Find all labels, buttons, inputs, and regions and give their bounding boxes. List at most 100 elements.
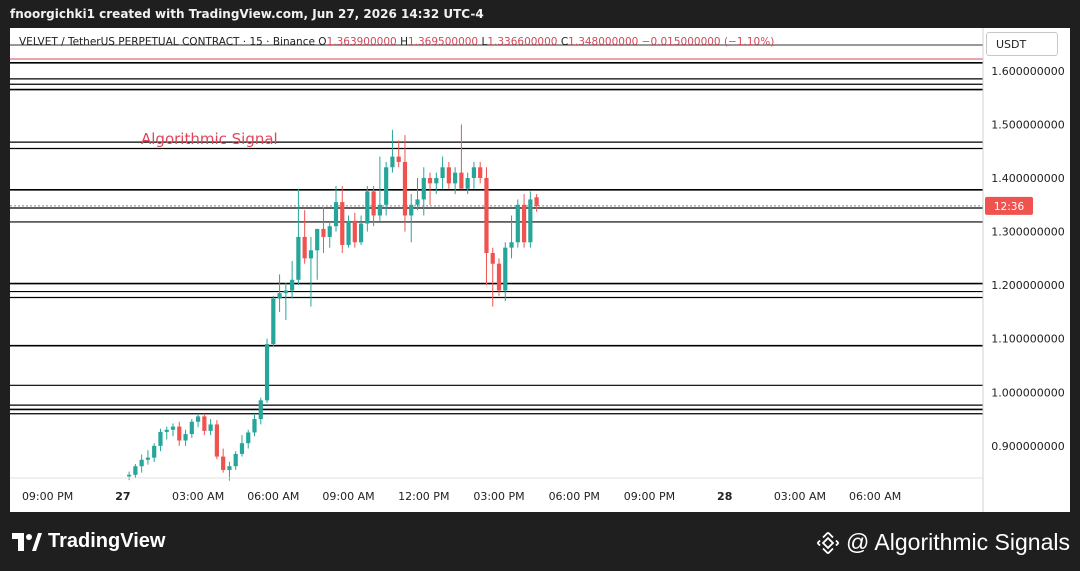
candle-body[interactable]: [365, 191, 370, 224]
tradingview-brand: TradingView: [12, 530, 165, 553]
candle-body[interactable]: [352, 220, 357, 243]
candle-body[interactable]: [440, 167, 445, 178]
candle-body[interactable]: [221, 456, 226, 470]
symbol-title: VELVET / TetherUS PERPETUAL CONTRACT · 1…: [19, 36, 315, 48]
time-to-close-label: 12:36: [994, 201, 1025, 213]
price-tick-label: 1.600000000: [991, 65, 1064, 78]
candle-body[interactable]: [459, 172, 464, 189]
time-tick-label: 03:00 PM: [473, 490, 524, 503]
candle-body[interactable]: [321, 228, 326, 237]
time-tick-label: 09:00 PM: [624, 490, 675, 503]
candle-body[interactable]: [434, 178, 439, 184]
candle-body[interactable]: [127, 474, 132, 477]
candlestick-chart[interactable]: 1.600000000 1.500000000 1.400000000 1.30000…: [10, 28, 1070, 512]
candle-body[interactable]: [509, 242, 514, 248]
candle-body[interactable]: [177, 426, 182, 441]
candle-body[interactable]: [340, 202, 345, 245]
binance-icon: [816, 531, 840, 554]
candle-body[interactable]: [170, 426, 176, 430]
candle-body[interactable]: [453, 172, 458, 184]
candle-body[interactable]: [421, 178, 426, 200]
candle-body[interactable]: [333, 202, 339, 227]
candle-body[interactable]: [283, 290, 288, 294]
candle-body[interactable]: [534, 197, 539, 206]
candle-body[interactable]: [402, 161, 408, 216]
candle-body[interactable]: [446, 167, 451, 184]
candle-body[interactable]: [139, 459, 144, 467]
tradingview-brand-text: TradingView: [48, 530, 166, 552]
plot-area: [10, 28, 983, 478]
candle-body[interactable]: [396, 156, 401, 162]
currency-button[interactable]: USDT: [986, 32, 1058, 56]
candle-body[interactable]: [315, 228, 320, 251]
candle-body[interactable]: [521, 204, 527, 243]
candle-body[interactable]: [252, 419, 257, 433]
candle-body[interactable]: [164, 429, 169, 432]
candle-body[interactable]: [484, 178, 489, 253]
candle-body[interactable]: [183, 434, 188, 441]
time-tick-label: 06:00 PM: [549, 490, 600, 503]
candle-body[interactable]: [390, 156, 395, 168]
candle-body[interactable]: [427, 178, 433, 184]
price-tick-label: 0.900000000: [991, 440, 1064, 453]
time-tick-label: 03:00 AM: [774, 490, 826, 503]
time-tick-label: 09:00 AM: [322, 490, 374, 503]
time-tick-label: 27: [115, 490, 130, 503]
candle-body[interactable]: [409, 204, 414, 216]
candle-body[interactable]: [208, 424, 213, 431]
candle-body[interactable]: [471, 167, 477, 178]
candle-body[interactable]: [246, 432, 251, 444]
candle-body[interactable]: [346, 220, 351, 245]
candle-body[interactable]: [158, 431, 163, 446]
candle-body[interactable]: [515, 204, 520, 243]
candle-body[interactable]: [133, 466, 138, 475]
time-tick-label: 09:00 PM: [22, 490, 73, 503]
candle-body[interactable]: [528, 199, 533, 243]
candle-body[interactable]: [239, 443, 245, 454]
open-value: 1.363900000: [326, 36, 397, 48]
time-tick-label: 03:00 AM: [172, 490, 224, 503]
high-label: H: [400, 36, 408, 48]
candle-body[interactable]: [490, 253, 495, 264]
candle-body[interactable]: [415, 199, 420, 205]
price-tick-label: 1.200000000: [991, 279, 1064, 292]
candle-body[interactable]: [233, 453, 238, 467]
candle-body[interactable]: [202, 416, 207, 431]
candle-body[interactable]: [465, 178, 470, 189]
candle-body[interactable]: [258, 400, 263, 420]
candle-body[interactable]: [145, 457, 151, 460]
candle-body[interactable]: [195, 416, 201, 422]
price-tick-label: 1.400000000: [991, 172, 1064, 185]
candle-body[interactable]: [296, 236, 301, 280]
candle-body[interactable]: [358, 223, 364, 243]
candle-body[interactable]: [227, 466, 232, 470]
candle-body[interactable]: [271, 298, 276, 345]
candle-body[interactable]: [478, 167, 483, 178]
candle-body[interactable]: [327, 226, 332, 237]
low-value: 1.336600000: [487, 36, 558, 48]
watermark-text: @ Algorithmic Signals: [845, 529, 1070, 555]
time-tick-label: 12:00 PM: [398, 490, 449, 503]
candle-body[interactable]: [214, 424, 219, 457]
close-value: 1.348000000: [568, 36, 639, 48]
candle-body[interactable]: [384, 167, 389, 205]
attribution-bar: fnoorgichki1 created with TradingView.co…: [0, 0, 1080, 28]
candle-body[interactable]: [277, 293, 282, 299]
candle-body[interactable]: [503, 247, 508, 291]
candle-body[interactable]: [377, 204, 382, 216]
candle-body[interactable]: [189, 421, 194, 435]
candle-body[interactable]: [496, 263, 502, 291]
candle-body[interactable]: [264, 344, 270, 401]
time-tick-label: 06:00 AM: [849, 490, 901, 503]
footer-bar: TradingView @ Algorithmic Signals: [0, 512, 1080, 571]
symbol-header: VELVET / TetherUS PERPETUAL CONTRACT · 1…: [19, 36, 774, 48]
algorithmic-signal-annotation: Algorithmic Signal: [141, 130, 278, 148]
candle-body[interactable]: [290, 279, 295, 291]
candle-body[interactable]: [152, 445, 157, 458]
price-tick-label: 1.300000000: [991, 226, 1064, 239]
open-label: O: [318, 36, 327, 48]
candle-body[interactable]: [302, 236, 307, 259]
attribution-text: fnoorgichki1 created with TradingView.co…: [10, 7, 484, 21]
candle-body[interactable]: [371, 191, 376, 216]
candle-body[interactable]: [308, 250, 314, 259]
